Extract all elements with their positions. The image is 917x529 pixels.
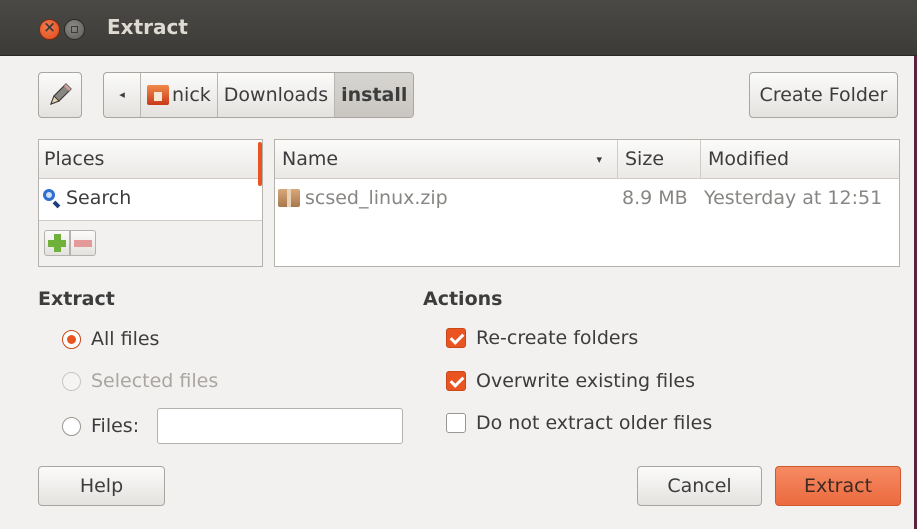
no-older-files-label: Do not extract older files (476, 412, 713, 434)
close-window-button[interactable]: × (39, 18, 60, 40)
all-files-label: All files (91, 328, 160, 350)
files-pattern-input[interactable] (157, 408, 403, 444)
file-list: Name ▾ Size Modified scsed_linux.zip 8.9… (274, 139, 900, 267)
places-panel: Places Search (38, 139, 263, 267)
help-button[interactable]: Help (38, 466, 165, 506)
overwrite-existing-option[interactable]: Overwrite existing files (446, 368, 695, 394)
places-item-search[interactable]: Search (39, 179, 262, 217)
title-bar: × Extract (0, 0, 917, 56)
sort-down-icon: ▾ (596, 153, 602, 166)
files-pattern-label: Files: (91, 415, 140, 437)
places-toolbar (39, 220, 262, 266)
path-item-downloads[interactable]: Downloads (216, 73, 334, 117)
extract-dialog: × Extract ◂ nick Downloads install Creat… (0, 0, 917, 529)
chevron-left-icon: ◂ (119, 88, 125, 101)
recreate-folders-label: Re-create folders (476, 327, 639, 349)
path-scroll-left-button[interactable]: ◂ (104, 73, 140, 117)
files-pattern-option[interactable]: Files: (62, 413, 139, 439)
column-name-label: Name (282, 148, 339, 170)
overwrite-existing-label: Overwrite existing files (476, 370, 695, 392)
selected-files-option[interactable]: Selected files (62, 368, 218, 394)
all-files-radio[interactable] (62, 329, 81, 349)
minimize-icon (71, 26, 78, 33)
recreate-folders-option[interactable]: Re-create folders (446, 325, 638, 351)
places-header[interactable]: Places (39, 140, 262, 179)
file-size: 8.9 MB (622, 187, 688, 209)
create-folder-button[interactable]: Create Folder (749, 72, 898, 118)
window-title: Extract (107, 15, 188, 39)
path-item-label: nick (172, 84, 211, 106)
home-folder-icon (147, 85, 169, 105)
close-icon: × (43, 18, 56, 36)
no-older-files-option[interactable]: Do not extract older files (446, 410, 712, 436)
path-bar: ◂ nick Downloads install (103, 72, 415, 118)
edit-location-button[interactable] (38, 72, 82, 118)
column-name[interactable]: Name ▾ (275, 140, 617, 179)
file-name: scsed_linux.zip (305, 187, 448, 209)
column-modified[interactable]: Modified (700, 140, 899, 179)
zip-archive-icon (278, 189, 300, 207)
pencil-icon (49, 83, 72, 106)
all-files-option[interactable]: All files (62, 326, 159, 352)
places-item-label: Search (66, 187, 132, 209)
actions-section-title: Actions (423, 288, 503, 310)
column-size[interactable]: Size (617, 140, 700, 179)
file-row[interactable]: scsed_linux.zip 8.9 MB Yesterday at 12:5… (275, 179, 899, 217)
add-bookmark-button[interactable] (44, 230, 70, 256)
minimize-window-button[interactable] (64, 19, 85, 40)
recreate-folders-checkbox[interactable] (446, 328, 466, 348)
selected-files-label: Selected files (91, 370, 219, 392)
cancel-button[interactable]: Cancel (637, 466, 762, 506)
path-item-install[interactable]: install (334, 73, 414, 117)
path-item-home[interactable]: nick (140, 73, 217, 117)
search-icon (42, 188, 62, 208)
extract-button[interactable]: Extract (775, 466, 901, 506)
overwrite-existing-checkbox[interactable] (446, 371, 466, 391)
files-pattern-radio[interactable] (62, 416, 81, 436)
remove-bookmark-button[interactable] (70, 230, 96, 256)
file-list-header: Name ▾ Size Modified (275, 140, 899, 179)
selected-files-radio[interactable] (62, 371, 81, 391)
file-modified: Yesterday at 12:51 (704, 187, 883, 209)
extract-section-title: Extract (38, 288, 115, 310)
no-older-files-checkbox[interactable] (446, 413, 466, 433)
places-scrollbar[interactable] (258, 142, 262, 186)
file-name-cell: scsed_linux.zip (275, 187, 617, 209)
